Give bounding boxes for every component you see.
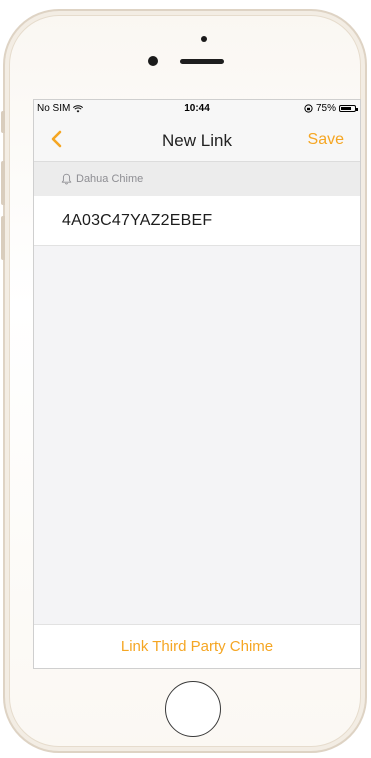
volume-down-button	[1, 216, 5, 260]
bell-icon	[61, 173, 72, 185]
proximity-sensor	[201, 36, 207, 42]
rotation-lock-icon	[304, 104, 313, 113]
mute-switch	[1, 111, 5, 133]
front-camera	[148, 56, 158, 66]
battery-percent: 75%	[315, 103, 336, 114]
app-screen: No SIM 10:44 75% New Link Save Dahua Chi…	[33, 99, 361, 669]
chevron-left-icon[interactable]	[48, 128, 68, 150]
section-header-dahua-chime: Dahua Chime	[34, 162, 360, 196]
home-button[interactable]	[165, 681, 221, 737]
battery-fill	[341, 107, 351, 110]
device-serial: 4A03C47YAZ2EBEF	[62, 212, 213, 229]
list-item-device[interactable]: 4A03C47YAZ2EBEF	[34, 196, 360, 246]
volume-up-button	[1, 161, 5, 205]
navigation-bar: New Link Save	[34, 118, 360, 162]
status-bar: No SIM 10:44 75%	[34, 100, 360, 118]
battery-icon	[339, 105, 358, 112]
section-header-label: Dahua Chime	[76, 173, 144, 185]
earpiece-speaker	[180, 59, 224, 64]
link-third-party-chime-button[interactable]: Link Third Party Chime	[34, 624, 360, 668]
status-right: 75%	[304, 103, 358, 114]
save-button[interactable]: Save	[308, 131, 344, 149]
